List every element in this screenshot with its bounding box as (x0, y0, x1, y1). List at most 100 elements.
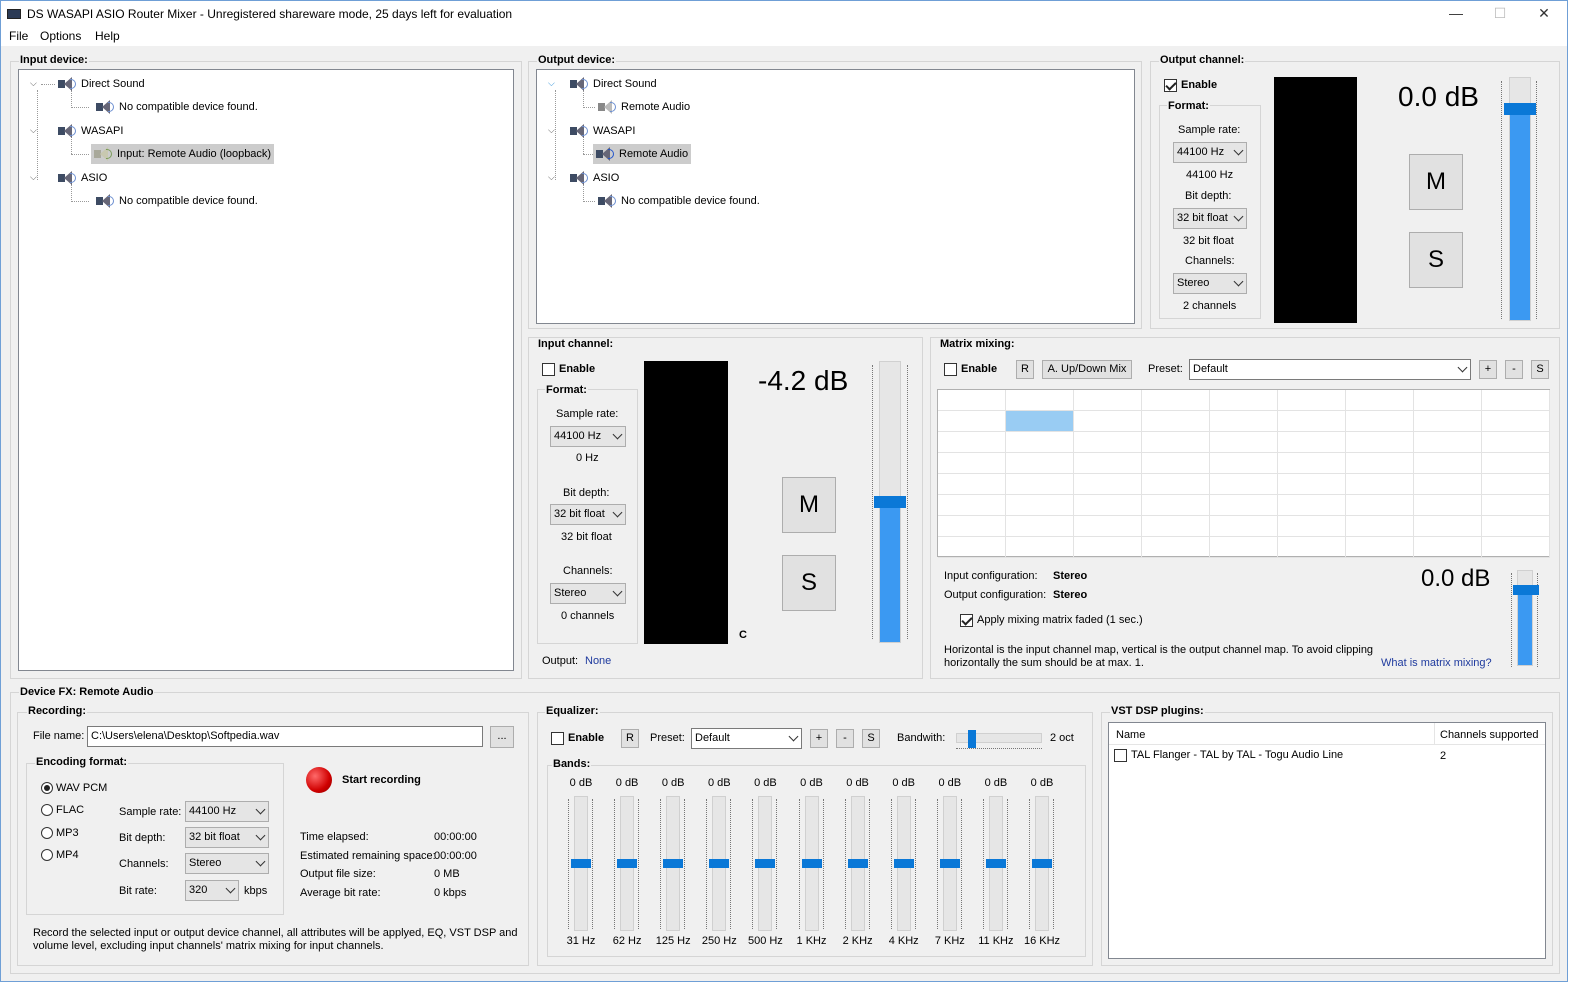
eq-band-slider[interactable] (985, 796, 1006, 931)
matrix-cell[interactable] (1006, 474, 1074, 495)
collapse-icon[interactable]: ⌵ (548, 125, 558, 136)
output-mute-button[interactable]: M (1409, 154, 1463, 210)
input-enable-checkbox[interactable]: Enable (542, 363, 595, 376)
matrix-apply-faded-checkbox[interactable]: Apply mixing matrix faded (1 sec.) (960, 614, 1143, 627)
matrix-cell[interactable] (1278, 474, 1346, 495)
matrix-cell[interactable] (1074, 411, 1142, 432)
matrix-cell[interactable] (1278, 411, 1346, 432)
matrix-cell[interactable] (938, 537, 1006, 558)
matrix-cell[interactable] (1346, 495, 1414, 516)
tree-node-direct-sound[interactable]: Direct Sound (55, 76, 145, 92)
record-icon[interactable] (306, 767, 332, 793)
eq-band-slider[interactable] (663, 796, 684, 931)
rec-bit-rate-select[interactable]: 320 (185, 880, 239, 901)
input-channels-select[interactable]: Stereo (550, 583, 626, 604)
matrix-cell[interactable] (1414, 390, 1482, 411)
matrix-cell[interactable] (1074, 516, 1142, 537)
matrix-cell[interactable] (938, 453, 1006, 474)
matrix-cell[interactable] (1482, 432, 1550, 453)
vst-plugin-list[interactable]: Name Channels supported TAL Flanger - TA… (1108, 722, 1546, 959)
collapse-icon[interactable]: ⌵ (548, 172, 558, 183)
input-mute-button[interactable]: M (782, 477, 836, 533)
minimize-button[interactable]: — (1433, 1, 1479, 26)
output-channels-select[interactable]: Stereo (1173, 273, 1247, 294)
collapse-icon[interactable]: ⌵ (30, 78, 40, 89)
matrix-cell[interactable] (1006, 432, 1074, 453)
matrix-cell[interactable] (1210, 537, 1278, 558)
slider-thumb[interactable] (801, 859, 822, 868)
slider-thumb[interactable] (939, 859, 960, 868)
matrix-cell[interactable] (1210, 495, 1278, 516)
collapse-icon[interactable]: ⌵ (548, 78, 558, 89)
vst-plugin-row[interactable]: TAL Flanger - TAL by TAL - Togu Audio Li… (1114, 749, 1343, 762)
matrix-cell[interactable] (1414, 474, 1482, 495)
matrix-cell[interactable] (1414, 516, 1482, 537)
matrix-cell[interactable] (1482, 411, 1550, 432)
eq-enable-checkbox[interactable]: Enable (551, 732, 604, 745)
eq-preset-select[interactable]: Default (691, 728, 802, 749)
tree-node-asio-child[interactable]: No compatible device found. (93, 193, 258, 209)
matrix-cell[interactable] (1278, 453, 1346, 474)
eq-band-slider[interactable] (801, 796, 822, 931)
matrix-cell[interactable] (938, 432, 1006, 453)
matrix-cell[interactable] (1414, 432, 1482, 453)
tree-node-wasapi-child[interactable]: Input: Remote Audio (loopback) (91, 144, 275, 164)
eq-band-slider[interactable] (939, 796, 960, 931)
output-sample-rate-select[interactable]: 44100 Hz (1173, 142, 1247, 163)
slider-thumb[interactable] (1032, 859, 1052, 868)
slider-thumb[interactable] (1513, 584, 1539, 595)
matrix-cell[interactable] (1278, 495, 1346, 516)
slider-thumb[interactable] (968, 730, 977, 748)
tree-node-wasapi[interactable]: WASAPI (55, 123, 123, 139)
matrix-cell[interactable] (1414, 495, 1482, 516)
matrix-reset-button[interactable]: R (1016, 360, 1034, 379)
format-wav-radio[interactable]: WAV PCM (41, 782, 107, 795)
eq-band-slider[interactable] (1032, 796, 1052, 931)
rec-sample-rate-select[interactable]: 44100 Hz (185, 801, 269, 822)
matrix-add-preset-button[interactable]: + (1479, 360, 1497, 379)
matrix-cell[interactable] (938, 516, 1006, 537)
tree-node-direct-sound-child[interactable]: No compatible device found. (93, 99, 258, 115)
matrix-cell[interactable] (1142, 390, 1210, 411)
matrix-cell[interactable] (1346, 411, 1414, 432)
vst-col-channels[interactable]: Channels supported (1440, 729, 1538, 741)
matrix-cell[interactable] (1142, 495, 1210, 516)
slider-thumb[interactable] (985, 859, 1006, 868)
close-button[interactable]: ✕ (1521, 1, 1567, 26)
input-output-value[interactable]: None (585, 655, 611, 667)
rec-bit-depth-select[interactable]: 32 bit float (185, 827, 269, 848)
matrix-cell[interactable] (1006, 516, 1074, 537)
eq-reset-button[interactable]: R (621, 729, 639, 748)
matrix-cell[interactable] (938, 390, 1006, 411)
matrix-enable-checkbox[interactable]: Enable (944, 363, 997, 376)
matrix-cell[interactable] (1074, 432, 1142, 453)
matrix-cell[interactable] (1142, 474, 1210, 495)
matrix-cell[interactable] (1006, 411, 1074, 432)
menu-options[interactable]: Options (40, 29, 81, 43)
slider-thumb[interactable] (874, 496, 906, 508)
matrix-cell[interactable] (1346, 516, 1414, 537)
matrix-cell[interactable] (1074, 495, 1142, 516)
output-device-tree[interactable]: ⌵ Direct Sound Remote Audio ⌵ WASAPI Rem… (536, 69, 1135, 324)
matrix-cell[interactable] (1482, 537, 1550, 558)
tree-node-direct-sound-child[interactable]: Remote Audio (595, 99, 690, 115)
eq-bandwith-slider[interactable] (956, 730, 1042, 748)
slider-thumb[interactable] (1504, 103, 1536, 116)
output-enable-checkbox[interactable]: Enable (1164, 79, 1217, 92)
matrix-cell[interactable] (1278, 516, 1346, 537)
what-is-matrix-link[interactable]: What is matrix mixing? (1381, 657, 1492, 669)
matrix-cell[interactable] (1074, 453, 1142, 474)
tree-node-asio-child[interactable]: No compatible device found. (595, 193, 760, 209)
matrix-cell[interactable] (1346, 432, 1414, 453)
matrix-cell[interactable] (1346, 537, 1414, 558)
eq-band-slider[interactable] (755, 796, 776, 931)
matrix-volume-slider[interactable] (1513, 570, 1539, 666)
matrix-cell[interactable] (1142, 432, 1210, 453)
format-mp3-radio[interactable]: MP3 (41, 827, 79, 840)
matrix-cell[interactable] (1278, 390, 1346, 411)
matrix-save-preset-button[interactable]: S (1531, 360, 1549, 379)
matrix-cell[interactable] (938, 411, 1006, 432)
matrix-cell[interactable] (1414, 453, 1482, 474)
tree-node-asio[interactable]: ASIO (55, 170, 107, 186)
matrix-cell[interactable] (1278, 537, 1346, 558)
